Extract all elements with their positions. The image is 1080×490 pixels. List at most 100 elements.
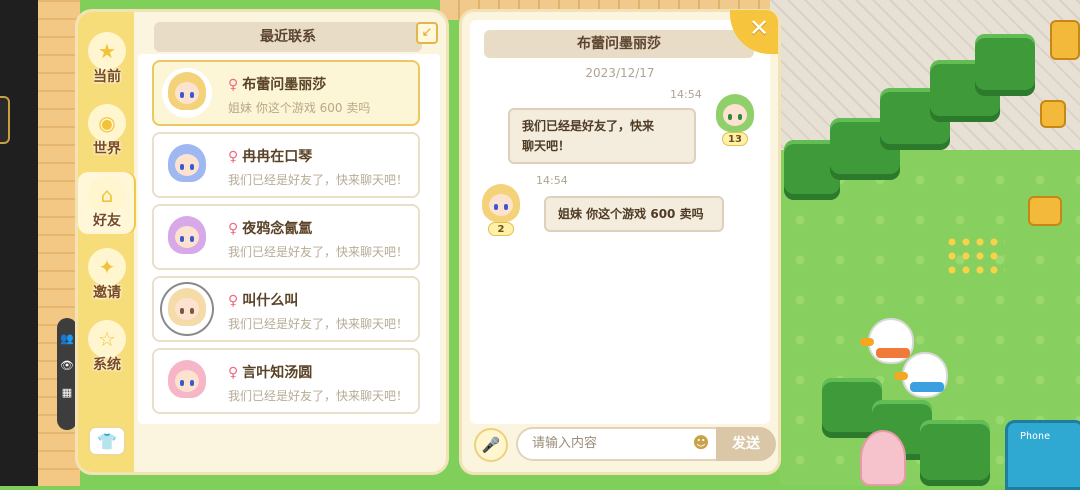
tab-label: 好友: [93, 213, 121, 229]
chat-title: 布蕾问墨丽莎: [484, 30, 754, 58]
contact-name: ♀ 叫什么叫: [228, 290, 298, 310]
contact-item[interactable]: ♀ 冉冉在口琴 我们已经是好友了，快来聊天吧！: [152, 132, 420, 198]
contacts-header-label: 最近联系: [260, 29, 316, 45]
screen-edge: [0, 0, 38, 486]
chat-input-bar: 🎤 请输入内容 ☻ 发送: [472, 426, 776, 466]
avatar-face: [489, 194, 513, 216]
duck-character: [860, 318, 914, 364]
avatar-face: [175, 226, 199, 248]
avatar: [162, 212, 212, 262]
contact-name-text: 夜鸦念氤氲: [242, 221, 313, 237]
duck-character: [894, 352, 948, 398]
send-button[interactable]: 发送: [716, 427, 776, 461]
female-icon: ♀: [228, 293, 239, 309]
hedge: [975, 34, 1035, 96]
tab-label: 邀请: [93, 285, 121, 301]
tab-world[interactable]: ◉ 世界: [82, 100, 132, 162]
side-controls: 👥 👁 ▦: [57, 318, 77, 430]
decor-post: [1040, 100, 1066, 128]
female-icon: ♀: [228, 365, 239, 381]
avatar: [162, 68, 212, 118]
contact-item[interactable]: ♀ 叫什么叫 我们已经是好友了，快来聊天吧！: [152, 276, 420, 342]
chat-title-text: 布蕾问墨丽莎: [577, 36, 661, 52]
contact-last-message: 我们已经是好友了，快来聊天吧！: [228, 317, 409, 331]
message-bubble: 我们已经是好友了，快来 聊天吧！: [508, 108, 696, 164]
contacts-area: 最近联系 ↙ ♀ 布蕾问墨丽莎 姐妹 你这个游戏 600 卖吗 ♀ 冉冉在口琴 我们…: [136, 18, 442, 466]
message-text: 我们已经是好友了，快来: [522, 119, 655, 133]
contact-item[interactable]: ♀ 言叶知汤圆 我们已经是好友了，快来聊天吧！: [152, 348, 420, 414]
level-badge: 13: [722, 132, 748, 146]
input-placeholder: 请输入内容: [532, 436, 598, 451]
tab-current[interactable]: ★ 当前: [82, 28, 132, 90]
tab-friends[interactable]: ⌂ 好友: [78, 172, 136, 234]
contact-last-message: 我们已经是好友了，快来聊天吧！: [228, 173, 409, 187]
female-icon: ♀: [228, 77, 239, 93]
message-time: 14:54: [536, 174, 568, 187]
invite-icon: ✦: [88, 248, 126, 286]
close-icon: ✕: [748, 14, 770, 42]
contact-last-message: 我们已经是好友了，快来聊天吧！: [228, 389, 409, 403]
contact-name-text: 布蕾问墨丽莎: [242, 77, 327, 93]
my-avatar[interactable]: [710, 90, 758, 138]
contact-name-text: 叫什么叫: [242, 293, 299, 309]
side-hex-button[interactable]: [0, 96, 10, 144]
phone-booth: Phone: [1005, 420, 1080, 490]
friend-avatar[interactable]: [476, 180, 524, 228]
tab-label: 系统: [93, 357, 121, 373]
message-text: 聊天吧！: [522, 139, 571, 153]
message-time: 14:54: [670, 88, 702, 101]
planet-icon: ◉: [88, 104, 126, 142]
contact-item[interactable]: ♀ 夜鸦念氤氲 我们已经是好友了，快来聊天吧！: [152, 204, 420, 270]
send-label: 发送: [732, 436, 760, 452]
message-bubble: 姐妹 你这个游戏 600 卖吗: [544, 196, 724, 232]
emoji-button[interactable]: ☻: [690, 432, 712, 454]
phone-booth-label: Phone: [1020, 431, 1051, 442]
hedge: [920, 420, 990, 486]
flowers: [945, 235, 1005, 275]
female-icon: ♀: [228, 221, 239, 237]
decor-post: [1028, 196, 1062, 226]
avatar-face: [175, 82, 199, 104]
tab-invite[interactable]: ✦ 邀请: [82, 244, 132, 306]
avatar-face: [175, 154, 199, 176]
contact-name-text: 言叶知汤圆: [242, 365, 313, 381]
contact-last-message: 姐妹 你这个游戏 600 卖吗: [228, 101, 371, 115]
tab-system[interactable]: ☆ 系统: [82, 316, 132, 378]
pig-character: [860, 430, 906, 486]
contact-item[interactable]: ♀ 布蕾问墨丽莎 姐妹 你这个游戏 600 卖吗: [152, 60, 420, 126]
contact-last-message: 我们已经是好友了，快来聊天吧！: [228, 245, 409, 259]
chat-panel: 布蕾问墨丽莎 2023/12/17 14:54 我们已经是好友了，快来 聊天吧！…: [462, 10, 778, 472]
emoji-icon: ☻: [692, 433, 710, 452]
wardrobe-button[interactable]: 👕: [88, 426, 126, 456]
microphone-icon: 🎤: [481, 436, 501, 454]
eye-icon[interactable]: 👁: [57, 359, 77, 372]
avatar-face: [723, 104, 747, 126]
system-icon: ☆: [88, 320, 126, 358]
shirt-icon: 👕: [97, 431, 117, 451]
contact-name: ♀ 言叶知汤圆: [228, 362, 312, 382]
level-badge: 2: [488, 222, 514, 236]
avatar: [162, 284, 212, 334]
tab-label: 当前: [93, 69, 121, 85]
collapse-icon[interactable]: ↙: [416, 22, 438, 44]
avatar: [162, 140, 212, 190]
avatar-face: [175, 298, 199, 320]
house-icon: ⌂: [88, 176, 126, 214]
avatar: [162, 356, 212, 406]
people-icon[interactable]: 👥: [57, 332, 77, 345]
voice-button[interactable]: 🎤: [474, 428, 508, 462]
chat-date: 2023/12/17: [585, 66, 655, 80]
category-tabs: ★ 当前 ◉ 世界 ⌂ 好友 ✦ 邀请 ☆ 系统 👕: [78, 12, 136, 472]
message-text: 姐妹 你这个游戏 600 卖吗: [558, 207, 704, 221]
contact-name-text: 冉冉在口琴: [242, 149, 313, 165]
avatar-face: [175, 370, 199, 392]
friends-panel: ★ 当前 ◉ 世界 ⌂ 好友 ✦ 邀请 ☆ 系统 👕 最近联系 ↙ ♀ 布蕾问墨…: [78, 12, 446, 472]
contact-name: ♀ 冉冉在口琴: [228, 146, 312, 166]
contacts-header: 最近联系: [154, 22, 422, 52]
decor-post: [1050, 20, 1080, 60]
star-icon: ★: [88, 32, 126, 70]
map-icon[interactable]: ▦: [57, 386, 77, 399]
chat-messages: 布蕾问墨丽莎 2023/12/17 14:54 我们已经是好友了，快来 聊天吧！…: [470, 20, 770, 424]
tab-label: 世界: [93, 141, 121, 157]
contact-name: ♀ 夜鸦念氤氲: [228, 218, 312, 238]
